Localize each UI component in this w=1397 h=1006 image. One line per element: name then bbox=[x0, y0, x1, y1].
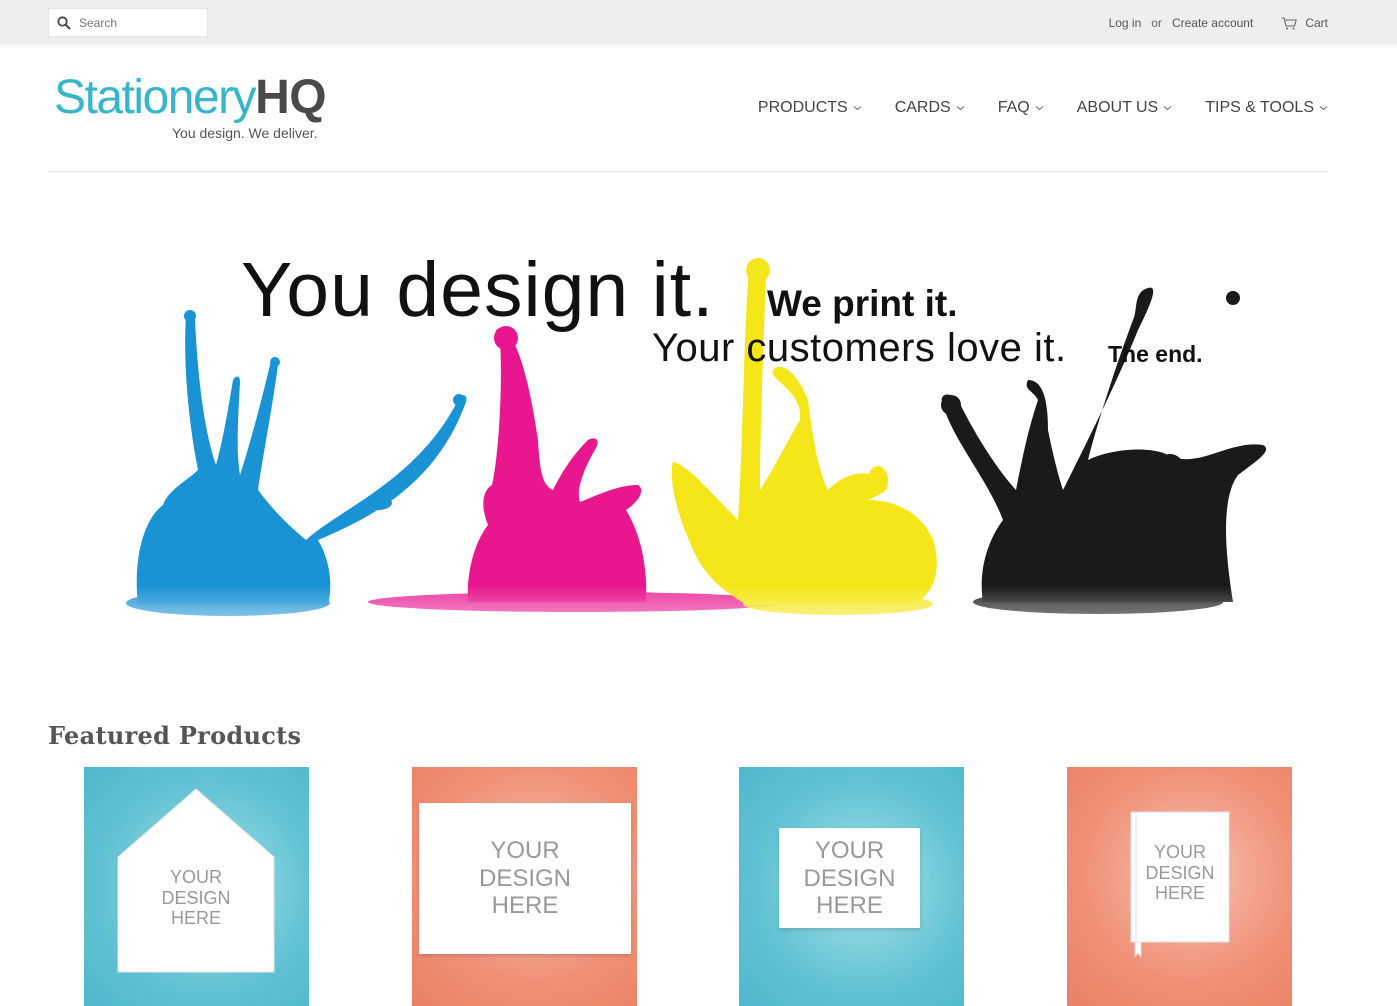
product-card[interactable]: YOUR DESIGN HERE bbox=[412, 767, 637, 1006]
placeholder-line: DESIGN bbox=[478, 864, 571, 892]
or-text: or bbox=[1151, 16, 1162, 30]
placeholder-line: HERE bbox=[491, 892, 559, 920]
main-nav: PRODUCTS CARDS FAQ ABOUT US TIPS & TOOLS bbox=[725, 99, 1328, 117]
nav-item-label: PRODUCTS bbox=[757, 99, 848, 116]
placeholder-line: YOUR bbox=[490, 837, 560, 864]
product-card[interactable]: YOUR DESIGN HERE bbox=[739, 767, 964, 1006]
search-icon[interactable] bbox=[57, 16, 71, 30]
nav-item-label: ABOUT US bbox=[1076, 99, 1159, 116]
placeholder-line: HERE bbox=[816, 892, 883, 920]
placeholder-line: YOUR bbox=[1153, 842, 1206, 862]
placeholder-line: YOUR bbox=[169, 867, 222, 887]
blue-paint-splash bbox=[126, 310, 467, 616]
create-account-link[interactable]: Create account bbox=[1172, 16, 1253, 30]
product-placeholder-text: YOUR DESIGN HERE bbox=[1131, 842, 1229, 904]
search-input[interactable] bbox=[79, 13, 201, 33]
placeholder-line: HERE bbox=[1154, 883, 1205, 904]
account-links: Log in or Create account Cart bbox=[1109, 15, 1328, 31]
hero-banner[interactable]: You design it. We print it. Your custome… bbox=[48, 240, 1328, 670]
chevron-down-icon bbox=[956, 106, 965, 111]
product-placeholder-text: YOUR DESIGN HERE bbox=[419, 837, 631, 920]
product-placeholder-text: YOUR DESIGN HERE bbox=[146, 867, 246, 929]
search-box[interactable] bbox=[48, 8, 208, 37]
placeholder-line: HERE bbox=[170, 908, 221, 929]
placeholder-line: DESIGN bbox=[161, 887, 231, 908]
product-card[interactable]: YOUR DESIGN HERE bbox=[84, 767, 309, 1006]
site-logo[interactable]: StationeryHQ You design. We deliver. bbox=[54, 72, 354, 144]
cart-icon[interactable] bbox=[1281, 16, 1298, 30]
hero-subheadline-print: We print it. bbox=[767, 283, 958, 324]
chevron-down-icon bbox=[1319, 106, 1328, 111]
nav-item-about-us[interactable]: ABOUT US bbox=[1077, 99, 1173, 117]
logo-name-part1: Stationery bbox=[54, 71, 257, 124]
cart-link[interactable]: Cart bbox=[1305, 16, 1328, 30]
logo-wordmark: StationeryHQ bbox=[54, 71, 327, 124]
chevron-down-icon bbox=[1163, 106, 1172, 111]
placeholder-line: YOUR bbox=[814, 837, 885, 864]
nav-item-products[interactable]: PRODUCTS bbox=[758, 99, 862, 117]
hero-subheadline-love: Your customers love it. bbox=[652, 326, 1067, 370]
hero-subheadline-end: The end. bbox=[1108, 341, 1203, 367]
nav-item-cards[interactable]: CARDS bbox=[895, 99, 965, 117]
product-card[interactable]: YOUR DESIGN HERE bbox=[1067, 767, 1292, 1006]
nav-item-faq[interactable]: FAQ bbox=[998, 99, 1044, 117]
nav-item-label: CARDS bbox=[894, 99, 951, 116]
chevron-down-icon bbox=[1035, 106, 1044, 111]
hero-headline: You design it. bbox=[241, 247, 715, 333]
logo-tagline: You design. We deliver. bbox=[172, 125, 318, 141]
logo-name-part2: HQ bbox=[255, 71, 327, 124]
chevron-down-icon bbox=[853, 106, 862, 111]
featured-products-heading: Featured Products bbox=[48, 721, 302, 750]
nav-item-label: FAQ bbox=[997, 99, 1030, 116]
login-link[interactable]: Log in bbox=[1109, 16, 1142, 30]
placeholder-line: DESIGN bbox=[803, 864, 896, 892]
top-bar: Log in or Create account Cart bbox=[0, 0, 1397, 45]
nav-item-label: TIPS & TOOLS bbox=[1205, 99, 1314, 116]
product-placeholder-text: YOUR DESIGN HERE bbox=[779, 837, 920, 920]
header-divider bbox=[48, 171, 1328, 172]
nav-item-tips-tools[interactable]: TIPS & TOOLS bbox=[1205, 99, 1328, 117]
placeholder-line: DESIGN bbox=[1145, 862, 1215, 883]
